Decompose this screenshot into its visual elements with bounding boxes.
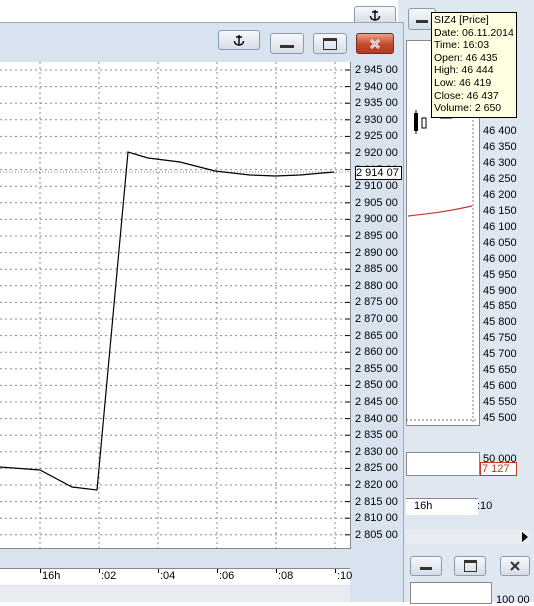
y-tick-label: 2 805 00: [355, 528, 398, 541]
y-tick-label: 2 860 00: [355, 346, 398, 359]
side-y-tick-label: 46 400: [483, 125, 517, 137]
maximize-icon: [314, 34, 346, 53]
anchor-icon: [355, 7, 395, 23]
x-tick-mark: [217, 569, 218, 573]
tooltip-line: Low: 46 419: [434, 76, 492, 89]
side-y-tick-label: 45 900: [483, 284, 517, 297]
tooltip-line: Open: 46 435: [434, 51, 498, 64]
x-tick-mark: [40, 569, 41, 573]
y-tick-label: 2 855 00: [355, 362, 398, 375]
x-tick-label: :02: [101, 570, 117, 582]
y-tick-label: 2 850 00: [355, 379, 398, 392]
side-y-tick-label: 46 100: [483, 220, 517, 233]
main-scrollbar[interactable]: [0, 586, 350, 602]
side-y-tick-label: 45 600: [483, 380, 517, 393]
y-tick-label: 2 945 00: [355, 64, 398, 76]
maximize-icon: [455, 557, 485, 575]
side-y-tick-label: 45 750: [483, 332, 517, 345]
maximize-button[interactable]: [313, 33, 347, 54]
close-icon: [357, 34, 393, 53]
side-y-tick-label: 46 350: [483, 140, 517, 153]
main-y-axis: 2 945 00 2 940 00 2 935 00 2 930 00 2 925 00…: [352, 62, 402, 548]
y-tick-label: 2 910 00: [355, 180, 398, 193]
y-tick-label: 2 825 00: [355, 462, 398, 475]
side-y-tick-label: 46 200: [483, 188, 517, 201]
y-tick-label: 2 840 00: [355, 412, 398, 425]
second-maximize-button[interactable]: [454, 556, 486, 576]
current-value-label: 2 914 07: [355, 166, 402, 180]
y-tick-label: 2 900 00: [355, 213, 398, 226]
y-tick-label: 2 810 00: [355, 512, 398, 525]
x-tick-label: :08: [278, 570, 294, 582]
anchor-icon: [219, 31, 259, 49]
second-minimize-button[interactable]: [410, 556, 442, 576]
side-y-tick-label: 46 300: [483, 156, 517, 169]
side-volume-value: 7 127: [480, 462, 517, 476]
tooltip-line: Time: 16:03: [434, 39, 490, 52]
y-tick-label: 2 920 00: [355, 147, 398, 159]
tooltip-line: Volume: 2 650: [434, 102, 502, 115]
tooltip-line: Close: 46 437: [434, 89, 499, 102]
main-x-axis: 16h :02 :04 :06 :08 :10: [0, 568, 353, 585]
y-tick-label: 2 830 00: [355, 445, 398, 458]
y-tick-label: 2 870 00: [355, 313, 398, 325]
tooltip-line: Date: 06.11.2014: [434, 26, 514, 39]
x-tick-label: 16h: [42, 570, 61, 582]
x-tick-mark: [99, 569, 100, 573]
side-y-tick-label: 45 500: [483, 412, 517, 425]
minimize-button[interactable]: [270, 33, 304, 54]
side-y-tick-label: 45 800: [483, 316, 517, 329]
x-tick-label: :06: [219, 570, 235, 582]
y-tick-label: 2 865 00: [355, 329, 398, 342]
y-tick-label: 2 930 00: [355, 113, 398, 126]
y-tick-label: 2 815 00: [355, 495, 398, 508]
second-chart-panel: [410, 582, 492, 604]
y-tick-label: 2 935 00: [355, 97, 398, 110]
second-close-button[interactable]: [500, 556, 530, 576]
x-tick-label: :10: [337, 570, 353, 582]
side-y-tick-label: 46 150: [483, 204, 517, 217]
main-price-chart: [0, 62, 350, 548]
side-y-tick-label: 46 000: [483, 252, 517, 265]
x-tick-mark: [335, 569, 336, 573]
x-tick-mark: [276, 569, 277, 573]
tooltip-line: SIZ4 [Price]: [434, 14, 489, 26]
tooltip-line: High: 46 444: [434, 64, 494, 77]
price-tooltip: SIZ4 [Price] Date: 06.11.2014 Time: 16:03 O…: [431, 12, 517, 118]
y-tick-label: 2 880 00: [355, 279, 398, 292]
y-tick-label: 2 845 00: [355, 396, 398, 408]
y-tick-label: 2 885 00: [355, 263, 398, 276]
y-tick-label: 2 820 00: [355, 479, 398, 491]
scroll-right-icon[interactable]: [522, 532, 528, 542]
side-x-tick-10: :10: [477, 500, 493, 512]
close-icon: [501, 557, 529, 575]
x-tick-mark: [158, 569, 159, 573]
side-y-axis: 46 400 46 350 46 300 46 250 46 200 46 150 46 1…: [483, 126, 534, 426]
side-y-tick-label: 46 050: [483, 236, 517, 249]
side-y-tick-label: 45 650: [483, 364, 517, 377]
y-tick-label: 2 890 00: [355, 246, 398, 259]
y-tick-label: 2 940 00: [355, 80, 398, 93]
side-y-tick-label: 45 700: [483, 348, 517, 361]
close-button[interactable]: [356, 33, 394, 54]
y-tick-label: 2 895 00: [355, 230, 398, 242]
minimize-icon: [271, 34, 303, 53]
y-tick-label: 2 875 00: [355, 296, 398, 309]
y-tick-label: 2 835 00: [355, 429, 398, 442]
y-tick-label: 2 905 00: [355, 196, 398, 209]
anchor-button[interactable]: [218, 30, 260, 50]
x-tick-label: :04: [160, 570, 176, 582]
second-window-tick: 100 00: [496, 594, 530, 606]
side-y-tick-label: 45 950: [483, 268, 517, 281]
side-y-tick-label: 46 250: [483, 172, 517, 185]
minimize-icon: [411, 557, 441, 575]
side-y-tick-label: 45 850: [483, 300, 517, 313]
y-tick-label: 2 925 00: [355, 130, 398, 143]
side-y-tick-label: 45 550: [483, 396, 517, 409]
